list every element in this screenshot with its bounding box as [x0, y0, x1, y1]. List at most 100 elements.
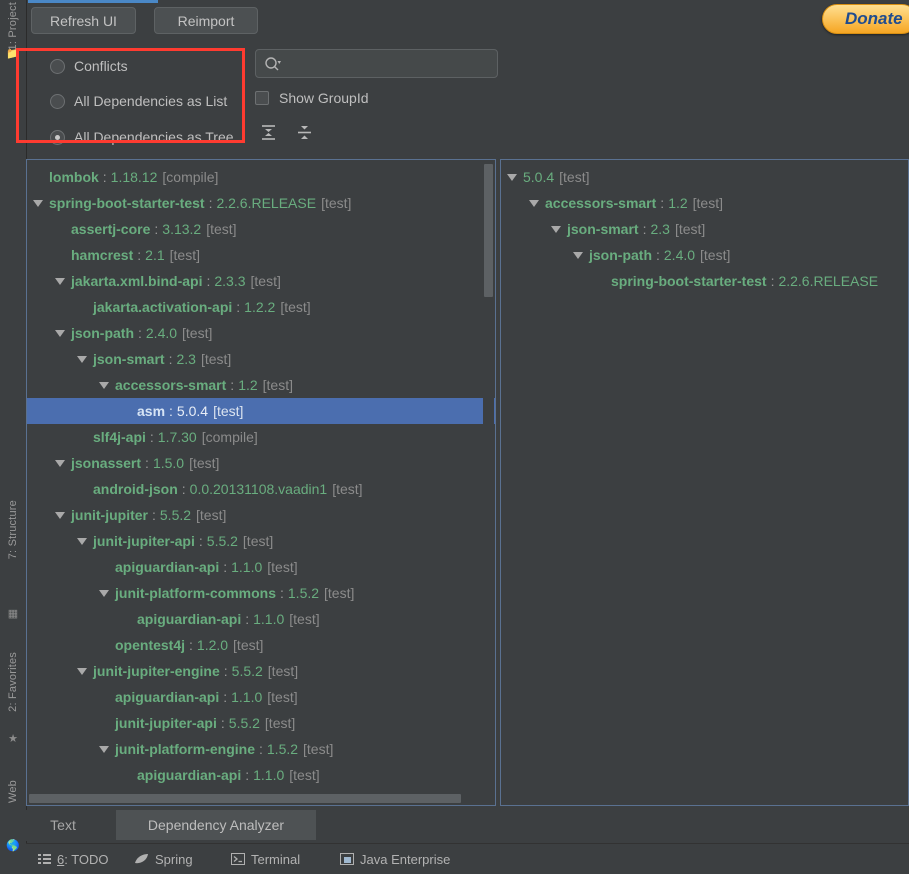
chevron-down-icon[interactable]	[55, 459, 65, 467]
tree-node[interactable]: accessors-smart:1.2 [test]	[27, 372, 495, 398]
tree-node[interactable]: jakarta.activation-api:1.2.2 [test]	[27, 294, 495, 320]
dependency-usages-panel[interactable]: 5.0.4 [test] accessors-smart:1.2 [test] json…	[500, 159, 909, 806]
artifact-version: 2.4.0	[145, 325, 178, 341]
status-item-todo[interactable]: 6: TODO	[38, 850, 109, 868]
artifact-version: 5.0.4	[523, 169, 555, 185]
artifact-version: 2.2.6.RELEASE	[778, 273, 879, 289]
radio-all-dependencies-as-list[interactable]: All Dependencies as List	[50, 91, 227, 111]
artifact-version: 2.1	[145, 247, 165, 263]
status-item-terminal[interactable]: Terminal	[231, 850, 300, 868]
refresh-ui-button[interactable]: Refresh UI	[31, 7, 136, 34]
dependency-tree-panel[interactable]: lombok:1.18.12 [compile] spring-boot-start…	[26, 159, 496, 806]
tree-node[interactable]: assertj-core:3.13.2 [test]	[27, 216, 495, 242]
expand-all-icon[interactable]	[260, 124, 277, 146]
tab-text[interactable]: Text	[34, 810, 92, 840]
status-item-todo-label: 6: TODO	[57, 851, 109, 867]
chevron-down-icon[interactable]	[99, 745, 109, 753]
tree-vertical-scrollbar-thumb[interactable]	[484, 164, 493, 297]
tree-node[interactable]: json-path:2.4.0 [test]	[27, 320, 495, 346]
sidebar-item-structure[interactable]: 7: Structure	[0, 500, 26, 559]
tree-horizontal-scrollbar-thumb[interactable]	[29, 794, 461, 803]
separator: :	[236, 299, 241, 315]
tree-node[interactable]: junit-jupiter-api:5.5.2 [test]	[27, 528, 495, 554]
artifact-version: 1.2.0	[196, 637, 229, 653]
separator: :	[223, 689, 228, 705]
artifact-scope: [test]	[262, 377, 294, 393]
tab-dependency-analyzer[interactable]: Dependency Analyzer	[116, 810, 316, 840]
sidebar-item-project[interactable]: 1: Project	[0, 2, 26, 50]
tree-node[interactable]: lombok:1.18.12 [compile]	[27, 164, 495, 190]
tree-node[interactable]: asm:5.0.4 [test]	[27, 398, 495, 424]
tree-node-label: android-json:0.0.20131108.vaadin1 [test]	[93, 481, 363, 497]
search-input[interactable]	[255, 49, 498, 78]
tree-node[interactable]: 5.0.4 [test]	[501, 164, 908, 190]
chevron-down-icon[interactable]	[529, 199, 539, 207]
chevron-down-icon[interactable]	[551, 225, 561, 233]
tree-node-label: assertj-core:3.13.2 [test]	[71, 221, 237, 237]
tree-node[interactable]: android-json:0.0.20131108.vaadin1 [test]	[27, 476, 495, 502]
status-item-java-enterprise[interactable]: Java Enterprise	[340, 850, 450, 868]
separator: :	[145, 455, 149, 471]
sidebar-item-web[interactable]: Web	[0, 780, 26, 803]
chevron-down-icon[interactable]	[77, 537, 87, 545]
collapse-all-icon[interactable]	[296, 124, 313, 146]
folder-icon[interactable]: 📁	[0, 48, 26, 61]
chevron-down-icon[interactable]	[55, 329, 65, 337]
tree-node[interactable]: spring-boot-starter-test:2.2.6.RELEASE [t…	[27, 190, 495, 216]
tree-node[interactable]: hamcrest:2.1 [test]	[27, 242, 495, 268]
chevron-down-icon[interactable]	[77, 667, 87, 675]
usages-tree: 5.0.4 [test] accessors-smart:1.2 [test] json…	[501, 164, 908, 294]
chevron-down-icon[interactable]	[77, 355, 87, 363]
tree-node[interactable]: opentest4j:1.2.0 [test]	[27, 632, 495, 658]
show-groupid-checkbox[interactable]: Show GroupId	[255, 90, 369, 106]
radio-all-dependencies-as-tree[interactable]: All Dependencies as Tree	[50, 127, 234, 147]
tree-vertical-scrollbar[interactable]	[483, 161, 494, 805]
artifact-scope: [test]	[332, 481, 363, 497]
tree-node[interactable]: apiguardian-api:1.1.0 [test]	[27, 684, 495, 710]
tree-horizontal-scrollbar[interactable]	[28, 793, 482, 804]
artifact-version: 1.2	[238, 377, 258, 393]
chevron-down-icon[interactable]	[33, 199, 43, 207]
tree-node[interactable]: jakarta.xml.bind-api:2.3.3 [test]	[27, 268, 495, 294]
tree-action-icons	[260, 124, 313, 146]
artifact-scope: [test]	[674, 221, 706, 237]
tree-node[interactable]: junit-jupiter-api:5.5.2 [test]	[27, 710, 495, 736]
chevron-down-icon[interactable]	[55, 511, 65, 519]
sidebar-item-favorites-label: 2: Favorites	[7, 652, 19, 712]
tree-node[interactable]: apiguardian-api:1.1.0 [test]	[27, 606, 495, 632]
tree-node[interactable]: apiguardian-api:1.1.0 [test]	[27, 762, 495, 788]
tree-node[interactable]: json-smart:2.3 [test]	[27, 346, 495, 372]
artifact-id: jsonassert	[71, 455, 142, 471]
tree-node[interactable]: json-path:2.4.0 [test]	[501, 242, 908, 268]
tree-node[interactable]: json-smart:2.3 [test]	[501, 216, 908, 242]
tool-window-rail: 1: Project 📁 7: Structure ▦ 2: Favorites…	[0, 0, 27, 874]
donate-button[interactable]: Donate	[822, 4, 909, 34]
artifact-version: 2.3	[176, 351, 196, 367]
separator: :	[198, 533, 203, 549]
artifact-id: spring-boot-starter-test	[611, 273, 767, 289]
artifact-version: 1.5.0	[152, 455, 185, 471]
chevron-down-icon[interactable]	[55, 277, 65, 285]
tree-node[interactable]: spring-boot-starter-test:2.2.6.RELEASE	[501, 268, 908, 294]
chevron-down-icon[interactable]	[99, 589, 109, 597]
tree-node[interactable]: apiguardian-api:1.1.0 [test]	[27, 554, 495, 580]
tree-node[interactable]: jsonassert:1.5.0 [test]	[27, 450, 495, 476]
tree-node[interactable]: junit-jupiter-engine:5.5.2 [test]	[27, 658, 495, 684]
separator: :	[138, 325, 142, 341]
tree-node[interactable]: junit-platform-engine:1.5.2 [test]	[27, 736, 495, 762]
radio-conflicts[interactable]: Conflicts	[50, 56, 128, 76]
sidebar-item-favorites[interactable]: 2: Favorites	[0, 652, 26, 712]
chevron-down-icon[interactable]	[99, 381, 109, 389]
artifact-version: 0.0.20131108.vaadin1	[189, 481, 328, 497]
tree-node[interactable]: accessors-smart:1.2 [test]	[501, 190, 908, 216]
reimport-button[interactable]: Reimport	[154, 7, 258, 34]
tree-node[interactable]: junit-jupiter:5.5.2 [test]	[27, 502, 495, 528]
tree-node[interactable]: junit-platform-commons:1.5.2 [test]	[27, 580, 495, 606]
radio-all-dependencies-as-list-indicator	[50, 93, 65, 109]
tree-node[interactable]: slf4j-api:1.7.30 [compile]	[27, 424, 495, 450]
chevron-down-icon[interactable]	[573, 251, 583, 259]
chevron-down-icon[interactable]	[507, 173, 517, 181]
status-item-spring[interactable]: Spring	[134, 850, 193, 868]
tree-node-label: junit-platform-engine:1.5.2 [test]	[115, 741, 333, 757]
artifact-version: 1.7.30	[157, 429, 197, 445]
